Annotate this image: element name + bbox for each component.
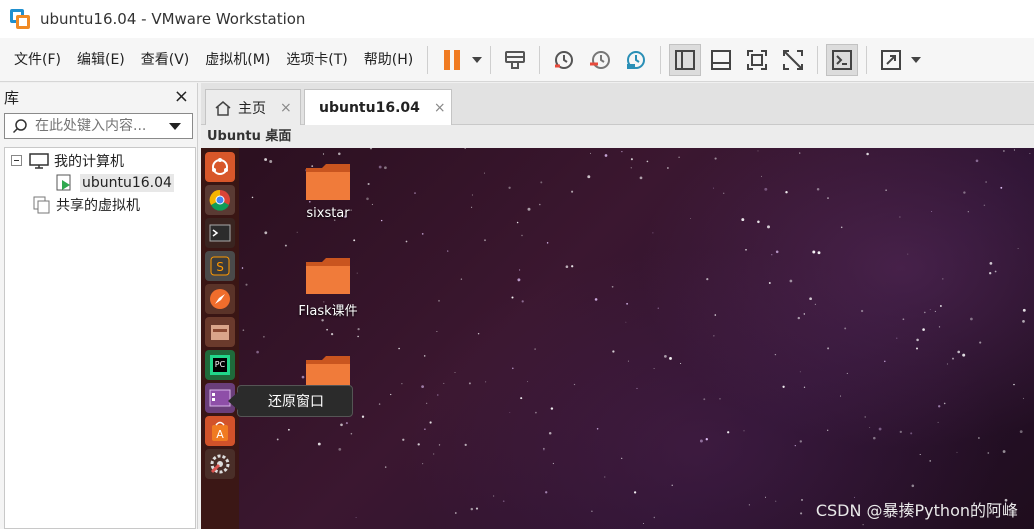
library-panel: 库 × 我的计算机 ubuntu16.04 共享的虚拟机 [0,83,198,529]
search-icon[interactable] [5,114,35,138]
shared-vm-icon [33,196,50,214]
library-view-icon[interactable] [669,43,702,76]
vm-title-bar: Ubuntu 桌面 [201,125,1034,148]
menu-edit[interactable]: 编辑(E) [69,45,133,75]
menu-tabs[interactable]: 选项卡(T) [278,45,355,75]
toolbar-separator [817,45,819,74]
vm-desktop[interactable]: S PC A sixstar Flask课件 [201,148,1034,529]
software-center-icon[interactable]: A [205,416,235,446]
tab-vm[interactable]: ubuntu16.04 × [304,89,452,125]
sublime-text-icon[interactable]: S [205,251,235,281]
browser-icon[interactable] [205,284,235,314]
search-input[interactable] [35,118,163,134]
tree-label-vm: ubuntu16.04 [80,174,174,192]
launcher-tooltip: 还原窗口 [228,385,353,417]
library-search [4,113,193,139]
thumbnail-bar-icon[interactable] [705,44,737,76]
svg-text:A: A [216,428,224,441]
library-title: 库 [4,88,20,107]
library-header: 库 × [0,83,197,111]
revert-snapshot-icon[interactable] [584,44,616,76]
toolbar-separator [660,45,662,74]
svg-text:S: S [216,260,224,274]
stretch-icon[interactable] [875,44,907,76]
toolbar-separator [490,45,492,74]
system-settings-icon[interactable] [205,449,235,479]
tree-item-shared[interactable]: 共享的虚拟机 [33,194,140,216]
console-icon[interactable] [826,43,859,76]
home-icon [215,100,231,116]
file-manager-icon[interactable] [205,317,235,347]
snapshot-icon[interactable] [548,44,580,76]
toolbar-separator [427,45,429,74]
library-tree: 我的计算机 ubuntu16.04 共享的虚拟机 [4,147,196,529]
menu-vm[interactable]: 虚拟机(M) [197,45,278,75]
unity-icon[interactable] [777,44,809,76]
folder-icon [306,164,350,200]
tree-label-shared: 共享的虚拟机 [56,198,140,214]
svg-text:PC: PC [215,360,226,369]
tree-item-my-computer[interactable]: 我的计算机 [11,150,124,172]
fullscreen-icon[interactable] [741,44,773,76]
menu-view[interactable]: 查看(V) [133,45,198,75]
computer-icon [29,153,49,169]
snapshot-manager-icon[interactable] [620,44,652,76]
pycharm-icon[interactable]: PC [205,350,235,380]
menu-file[interactable]: 文件(F) [6,45,69,75]
desktop-folder-sixstar[interactable]: sixstar [283,162,373,221]
tree-item-vm[interactable]: ubuntu16.04 [55,172,174,194]
chevron-down-icon[interactable] [470,44,484,76]
menu-help[interactable]: 帮助(H) [356,45,421,75]
desktop-folder-label: Flask课件 [298,304,358,319]
pause-icon[interactable] [436,44,468,76]
window-title: ubuntu16.04 - VMware Workstation [40,10,306,28]
tab-bar: 主页 × ubuntu16.04 × [201,83,1034,125]
chevron-down-icon[interactable] [163,122,187,130]
desktop-folder-flask[interactable]: Flask课件 [283,256,373,319]
close-icon[interactable]: × [434,100,446,116]
tab-vm-label: ubuntu16.04 [319,99,420,116]
tab-home[interactable]: 主页 × [205,89,301,125]
send-keys-icon[interactable] [499,44,531,76]
collapse-icon[interactable] [11,155,23,167]
vmware-logo-icon [10,9,30,29]
vm-running-icon [56,174,71,191]
ubuntu-dash-icon[interactable] [205,152,235,182]
tab-home-label: 主页 [238,100,266,117]
desktop-folder-label: sixstar [306,206,350,221]
close-icon[interactable]: × [280,100,292,116]
terminal-icon[interactable] [205,218,235,248]
toolbar-separator [866,45,868,74]
ubuntu-launcher: S PC A [201,148,239,529]
tree-label-my-computer: 我的计算机 [54,154,124,170]
folder-icon [306,258,350,294]
watermark: CSDN @暴揍Python的阿峰 [815,501,1018,520]
close-icon[interactable]: × [174,88,189,106]
toolbar-separator [539,45,541,74]
chrome-icon[interactable] [205,185,235,215]
chevron-down-icon[interactable] [909,44,923,76]
title-bar: ubuntu16.04 - VMware Workstation [0,0,1034,38]
menu-bar: 文件(F) 编辑(E) 查看(V) 虚拟机(M) 选项卡(T) 帮助(H) [0,38,1034,82]
